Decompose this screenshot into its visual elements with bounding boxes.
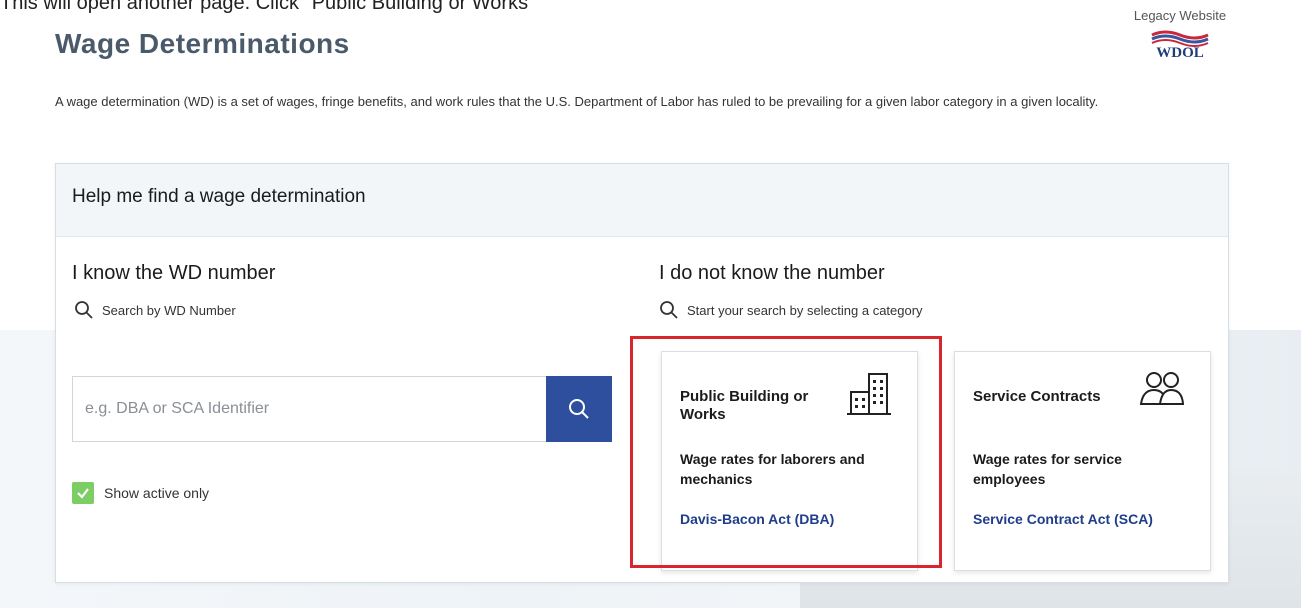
wdol-logo: WDOL	[1156, 45, 1204, 61]
panel-title: Help me find a wage determination	[72, 186, 366, 207]
instruction-text: This will open another page. Click "Publ…	[0, 0, 536, 14]
card-title: Service Contracts	[973, 388, 1101, 405]
search-button[interactable]	[546, 376, 612, 442]
card-title: Public Building or Works	[680, 388, 809, 423]
select-category-label: Start your search by selecting a categor…	[687, 302, 923, 318]
search-icon	[569, 399, 589, 419]
people-icon	[1138, 370, 1186, 415]
show-active-only-checkbox[interactable]	[72, 482, 94, 504]
service-contracts-card[interactable]: Service Contracts Wage rates for service…	[954, 351, 1211, 571]
legacy-website-label: Legacy Website	[1133, 8, 1227, 23]
checkmark-icon	[77, 488, 89, 499]
intro-text: A wage determination (WD) is a set of wa…	[55, 94, 1099, 109]
show-active-only-label: Show active only	[104, 485, 210, 501]
davis-bacon-act-link[interactable]: Davis-Bacon Act (DBA)	[680, 511, 834, 527]
service-contract-act-link[interactable]: Service Contract Act (SCA)	[973, 511, 1153, 527]
wd-search-box	[72, 376, 612, 442]
search-by-wd-label: Search by WD Number	[102, 302, 236, 318]
building-icon	[845, 370, 893, 425]
show-active-only-toggle[interactable]: Show active only	[72, 482, 209, 504]
public-building-card[interactable]: Public Building or Works Wage rates for …	[661, 351, 918, 571]
select-category-hint: Start your search by selecting a categor…	[659, 300, 923, 320]
wd-search-input[interactable]	[72, 376, 546, 442]
search-icon	[75, 301, 93, 319]
legacy-website-link[interactable]: Legacy Website WDOL	[1120, 8, 1240, 62]
card-description: Wage rates for service employees	[973, 451, 1122, 487]
search-icon	[660, 301, 678, 319]
wage-determination-panel: Help me find a wage determination I know…	[55, 163, 1229, 583]
page-title: Wage Determinations	[55, 28, 350, 59]
panel-header: Help me find a wage determination	[56, 164, 1228, 237]
dont-know-heading: I do not know the number	[659, 262, 885, 284]
search-by-wd-hint: Search by WD Number	[74, 300, 236, 320]
card-description: Wage rates for laborers and mechanics	[680, 451, 865, 487]
know-wd-heading: I know the WD number	[72, 262, 276, 284]
